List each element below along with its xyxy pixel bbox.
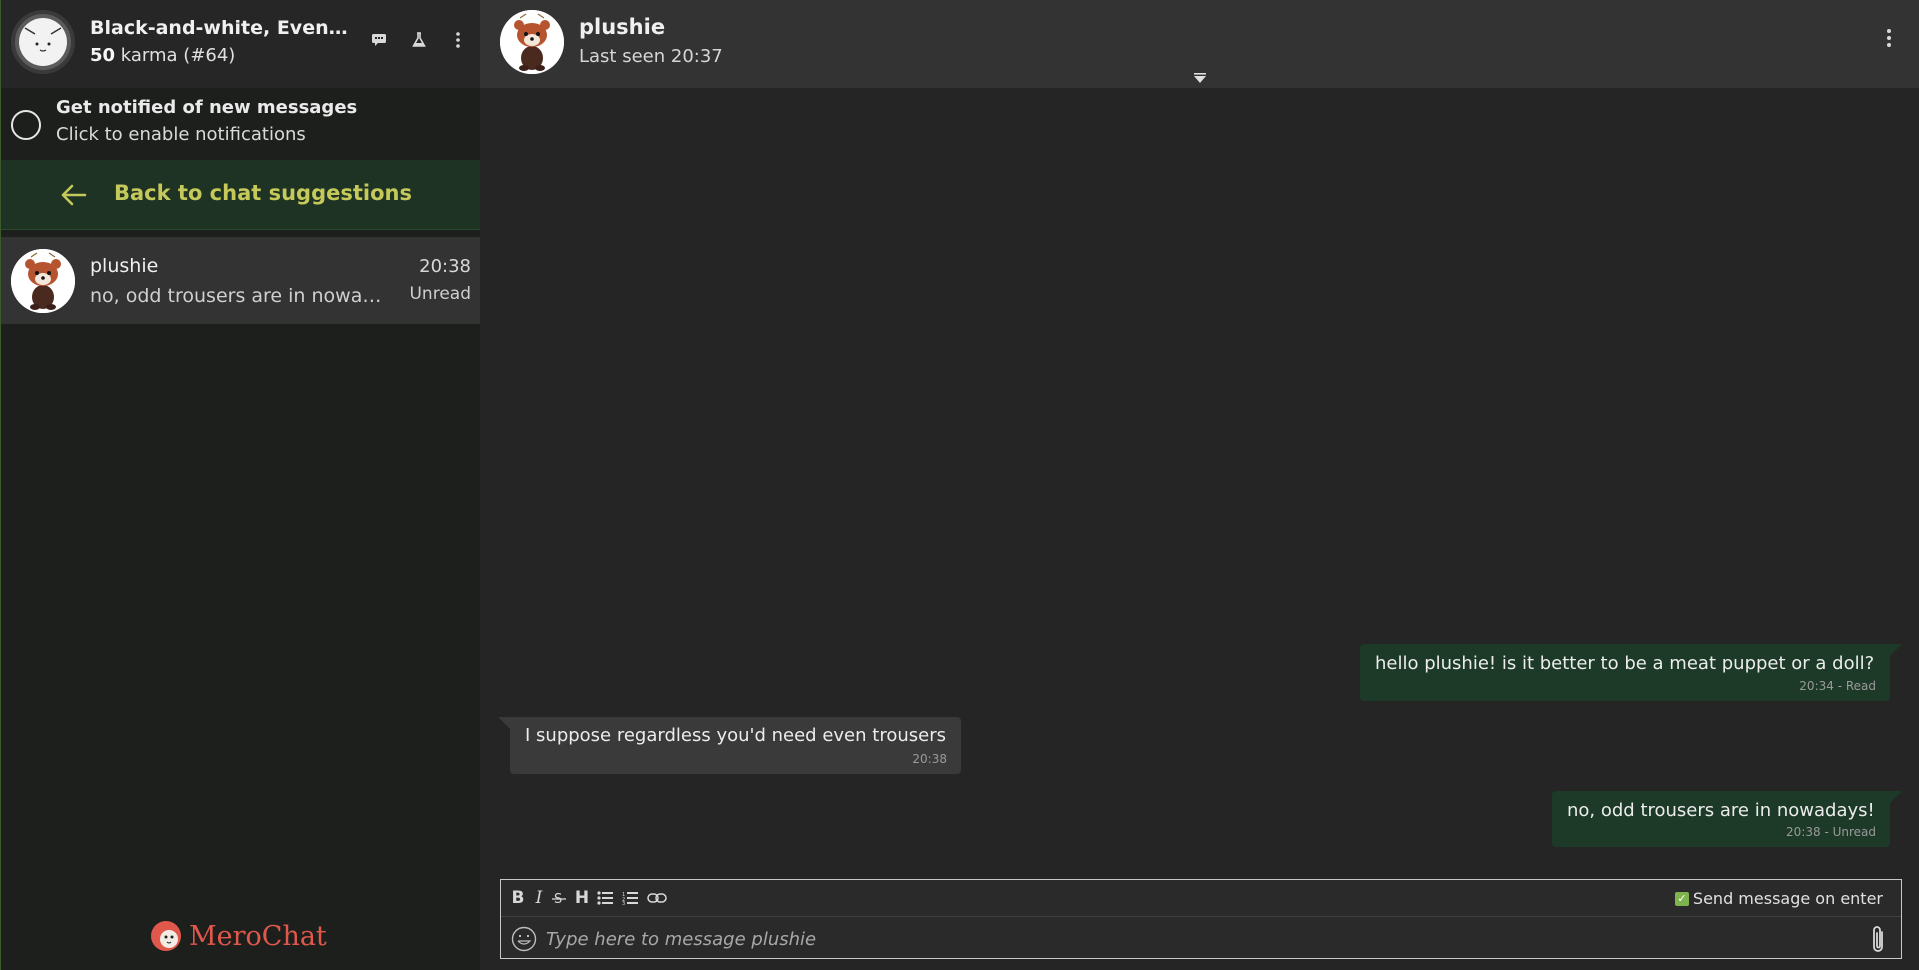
- flask-icon[interactable]: [407, 28, 431, 52]
- profile-name[interactable]: Black-and-white, Even ...: [90, 17, 350, 39]
- more-vertical-icon[interactable]: [446, 28, 470, 52]
- send-on-enter-checkbox[interactable]: ✓: [1674, 891, 1689, 906]
- strikethrough-icon[interactable]: S: [551, 888, 567, 908]
- last-seen: Last seen 20:37: [579, 46, 723, 67]
- heading-icon[interactable]: H: [573, 888, 591, 908]
- message-meta: 20:38 - Unread: [1786, 825, 1876, 839]
- formatting-toolbar: B I S H 123 ✓ Send message on enter: [501, 880, 1901, 917]
- chat-status: Unread: [409, 284, 471, 304]
- back-label: Back to chat suggestions: [114, 181, 412, 205]
- back-to-suggestions-button[interactable]: Back to chat suggestions: [1, 160, 481, 230]
- merochat-logo-icon: [151, 921, 181, 951]
- chat-time: 20:38: [419, 256, 471, 277]
- emoji-icon[interactable]: [511, 926, 537, 952]
- message-outgoing[interactable]: hello plushie! is it better to be a meat…: [1360, 644, 1902, 701]
- send-on-enter-toggle[interactable]: ✓ Send message on enter: [1674, 889, 1883, 908]
- send-on-enter-label: Send message on enter: [1692, 889, 1883, 908]
- bulleted-list-icon[interactable]: [596, 888, 614, 908]
- red-panda-plushie-icon: [500, 10, 564, 74]
- chat-list-item[interactable]: plushie no, odd trousers are in nowadays…: [1, 237, 481, 324]
- notification-subtitle: Click to enable notifications: [56, 124, 306, 145]
- karma-rank: karma (#64): [115, 45, 236, 66]
- svg-text:3: 3: [622, 901, 625, 905]
- chat-avatar: [11, 249, 75, 313]
- message-incoming[interactable]: I suppose regardless you'd need even tro…: [498, 717, 961, 774]
- contact-avatar[interactable]: [500, 10, 564, 74]
- user-avatar[interactable]: [11, 10, 75, 74]
- logo-text: MeroChat: [189, 920, 327, 952]
- merochat-logo[interactable]: MeroChat: [149, 916, 327, 956]
- message-input[interactable]: [546, 924, 1836, 954]
- notification-prompt[interactable]: Get notified of new messages Click to en…: [1, 88, 481, 160]
- paperclip-icon[interactable]: [1867, 924, 1889, 956]
- link-icon[interactable]: [646, 888, 668, 908]
- chat-preview: no, odd trousers are in nowadays!: [90, 285, 382, 307]
- red-panda-plushie-icon: [11, 249, 75, 313]
- numbered-list-icon[interactable]: 123: [621, 888, 639, 908]
- profile-header: Black-and-white, Even ... 50 karma (#64): [1, 0, 481, 88]
- contact-name[interactable]: plushie: [579, 15, 665, 39]
- message-text: hello plushie! is it better to be a meat…: [1375, 653, 1875, 674]
- feedback-icon[interactable]: [367, 28, 391, 52]
- message-outgoing[interactable]: no, odd trousers are in nowadays! 20:38 …: [1552, 791, 1902, 847]
- notification-toggle[interactable]: [11, 110, 41, 140]
- message-composer: B I S H 123 ✓ Send message on enter: [500, 879, 1902, 959]
- notification-title: Get notified of new messages: [56, 97, 358, 118]
- message-text: no, odd trousers are in nowadays!: [1567, 800, 1875, 821]
- karma-value: 50: [90, 45, 116, 66]
- more-vertical-icon[interactable]: [1877, 26, 1901, 50]
- message-text: I suppose regardless you'd need even tro…: [525, 725, 946, 746]
- arrow-left-icon: [61, 184, 87, 206]
- karma-info: 50 karma (#64): [90, 45, 235, 66]
- sidebar: Black-and-white, Even ... 50 karma (#64)…: [0, 0, 481, 970]
- bold-icon[interactable]: B: [509, 888, 527, 908]
- italic-icon[interactable]: I: [532, 888, 546, 908]
- message-meta: 20:38: [912, 752, 947, 766]
- chat-header: plushie Last seen 20:37: [480, 0, 1919, 88]
- avatar-face-icon: [19, 18, 67, 66]
- chat-name: plushie: [90, 255, 159, 277]
- expand-profile-icon[interactable]: [1193, 72, 1207, 84]
- chat-panel: plushie Last seen 20:37 hello plushie! i…: [480, 0, 1919, 970]
- message-meta: 20:34 - Read: [1799, 679, 1876, 693]
- input-row: [501, 918, 1901, 960]
